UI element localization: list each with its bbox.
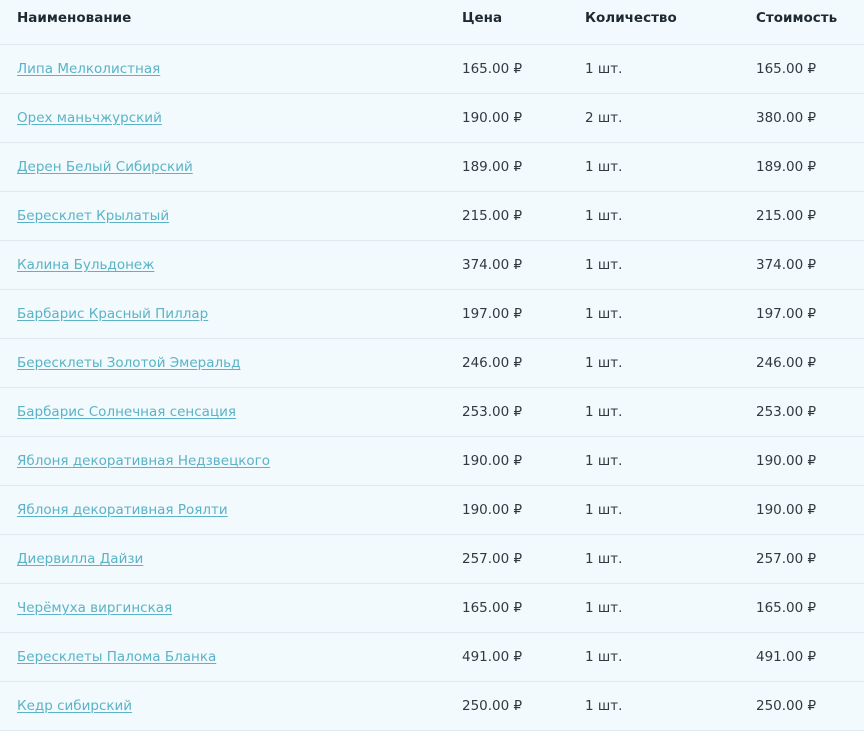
product-link[interactable]: Барбарис Солнечная сенсация (17, 404, 236, 420)
column-header-quantity: Количество (585, 10, 677, 26)
table-row: Дерен Белый Сибирский 189.00 ₽ 1 шт. 189.00… (0, 143, 864, 192)
table-row: Яблоня декоративная Недзвецкого 190.00 ₽ 1… (0, 437, 864, 486)
price-cell: 190.00 ₽ (462, 502, 523, 518)
quantity-cell: 1 шт. (585, 453, 623, 469)
total-cell: 491.00 ₽ (756, 649, 817, 665)
product-name-cell: Орех маньчжурский (17, 94, 162, 142)
total-cell: 246.00 ₽ (756, 355, 817, 371)
table-row: Диервилла Дайзи 257.00 ₽ 1 шт. 257.00 ₽ (0, 535, 864, 584)
quantity-cell: 1 шт. (585, 159, 623, 175)
quantity-cell: 1 шт. (585, 257, 623, 273)
product-link[interactable]: Диервилла Дайзи (17, 551, 143, 567)
table-row: Бересклеты Золотой Эмеральд 246.00 ₽ 1 шт.… (0, 339, 864, 388)
quantity-cell: 1 шт. (585, 306, 623, 322)
total-cell: 380.00 ₽ (756, 110, 817, 126)
price-cell: 215.00 ₽ (462, 208, 523, 224)
product-link[interactable]: Бересклеты Золотой Эмеральд (17, 355, 240, 371)
quantity-cell: 1 шт. (585, 355, 623, 371)
product-link[interactable]: Дерен Белый Сибирский (17, 159, 193, 175)
total-cell: 374.00 ₽ (756, 257, 817, 273)
table-body: Липа Мелколистная 165.00 ₽ 1 шт. 165.00 ₽ Ор… (0, 45, 864, 731)
product-name-cell: Бересклет Крылатый (17, 192, 169, 240)
price-cell: 165.00 ₽ (462, 600, 523, 616)
total-cell: 190.00 ₽ (756, 453, 817, 469)
total-cell: 190.00 ₽ (756, 502, 817, 518)
table-row: Яблоня декоративная Роялти 190.00 ₽ 1 шт. 1… (0, 486, 864, 535)
price-cell: 189.00 ₽ (462, 159, 523, 175)
product-link[interactable]: Черёмуха виргинская (17, 600, 172, 616)
quantity-cell: 1 шт. (585, 698, 623, 714)
product-name-cell: Калина Бульдонеж (17, 241, 154, 289)
column-header-total: Стоимость (756, 10, 838, 26)
quantity-cell: 1 шт. (585, 600, 623, 616)
quantity-cell: 1 шт. (585, 551, 623, 567)
price-cell: 246.00 ₽ (462, 355, 523, 371)
total-cell: 165.00 ₽ (756, 600, 817, 616)
total-cell: 253.00 ₽ (756, 404, 817, 420)
product-link[interactable]: Калина Бульдонеж (17, 257, 154, 273)
product-name-cell: Диервилла Дайзи (17, 535, 143, 583)
quantity-cell: 1 шт. (585, 208, 623, 224)
price-cell: 253.00 ₽ (462, 404, 523, 420)
product-name-cell: Бересклеты Золотой Эмеральд (17, 339, 240, 387)
total-cell: 197.00 ₽ (756, 306, 817, 322)
total-cell: 189.00 ₽ (756, 159, 817, 175)
product-name-cell: Дерен Белый Сибирский (17, 143, 193, 191)
product-name-cell: Липа Мелколистная (17, 45, 160, 93)
table-row: Барбарис Солнечная сенсация 253.00 ₽ 1 шт.… (0, 388, 864, 437)
quantity-cell: 1 шт. (585, 502, 623, 518)
product-link[interactable]: Кедр сибирский (17, 698, 132, 714)
quantity-cell: 1 шт. (585, 404, 623, 420)
table-row: Липа Мелколистная 165.00 ₽ 1 шт. 165.00 ₽ (0, 45, 864, 94)
table-row: Черёмуха виргинская 165.00 ₽ 1 шт. 165.00 ₽ (0, 584, 864, 633)
table-row: Кедр сибирский 250.00 ₽ 1 шт. 250.00 ₽ (0, 682, 864, 731)
total-cell: 215.00 ₽ (756, 208, 817, 224)
product-link[interactable]: Яблоня декоративная Роялти (17, 502, 228, 518)
price-cell: 190.00 ₽ (462, 110, 523, 126)
price-cell: 257.00 ₽ (462, 551, 523, 567)
table-row: Бересклеты Палома Бланка 491.00 ₽ 1 шт. 491… (0, 633, 864, 682)
total-cell: 165.00 ₽ (756, 61, 817, 77)
product-link[interactable]: Бересклет Крылатый (17, 208, 169, 224)
column-header-name: Наименование (17, 10, 132, 26)
total-cell: 257.00 ₽ (756, 551, 817, 567)
product-link[interactable]: Яблоня декоративная Недзвецкого (17, 453, 270, 469)
quantity-cell: 2 шт. (585, 110, 623, 126)
price-cell: 374.00 ₽ (462, 257, 523, 273)
table-row: Барбарис Красный Пиллар 197.00 ₽ 1 шт. 197.… (0, 290, 864, 339)
table-row: Калина Бульдонеж 374.00 ₽ 1 шт. 374.00 ₽ (0, 241, 864, 290)
table-header-row: Наименование Цена Количество Стоимость (0, 0, 864, 45)
product-name-cell: Барбарис Солнечная сенсация (17, 388, 236, 436)
product-link[interactable]: Барбарис Красный Пиллар (17, 306, 208, 322)
table-row: Орех маньчжурский 190.00 ₽ 2 шт. 380.00 ₽ (0, 94, 864, 143)
total-cell: 250.00 ₽ (756, 698, 817, 714)
product-name-cell: Яблоня декоративная Роялти (17, 486, 228, 534)
price-cell: 197.00 ₽ (462, 306, 523, 322)
price-cell: 165.00 ₽ (462, 61, 523, 77)
product-link[interactable]: Орех маньчжурский (17, 110, 162, 126)
product-name-cell: Кедр сибирский (17, 682, 132, 730)
product-link[interactable]: Липа Мелколистная (17, 61, 160, 77)
table-row: Бересклет Крылатый 215.00 ₽ 1 шт. 215.00 ₽ (0, 192, 864, 241)
product-name-cell: Бересклеты Палома Бланка (17, 633, 216, 681)
price-cell: 491.00 ₽ (462, 649, 523, 665)
order-items-table: Наименование Цена Количество Стоимость Л… (0, 0, 864, 731)
product-name-cell: Черёмуха виргинская (17, 584, 172, 632)
quantity-cell: 1 шт. (585, 649, 623, 665)
column-header-price: Цена (462, 10, 503, 26)
product-name-cell: Барбарис Красный Пиллар (17, 290, 208, 338)
product-link[interactable]: Бересклеты Палома Бланка (17, 649, 216, 665)
price-cell: 190.00 ₽ (462, 453, 523, 469)
price-cell: 250.00 ₽ (462, 698, 523, 714)
product-name-cell: Яблоня декоративная Недзвецкого (17, 437, 270, 485)
quantity-cell: 1 шт. (585, 61, 623, 77)
